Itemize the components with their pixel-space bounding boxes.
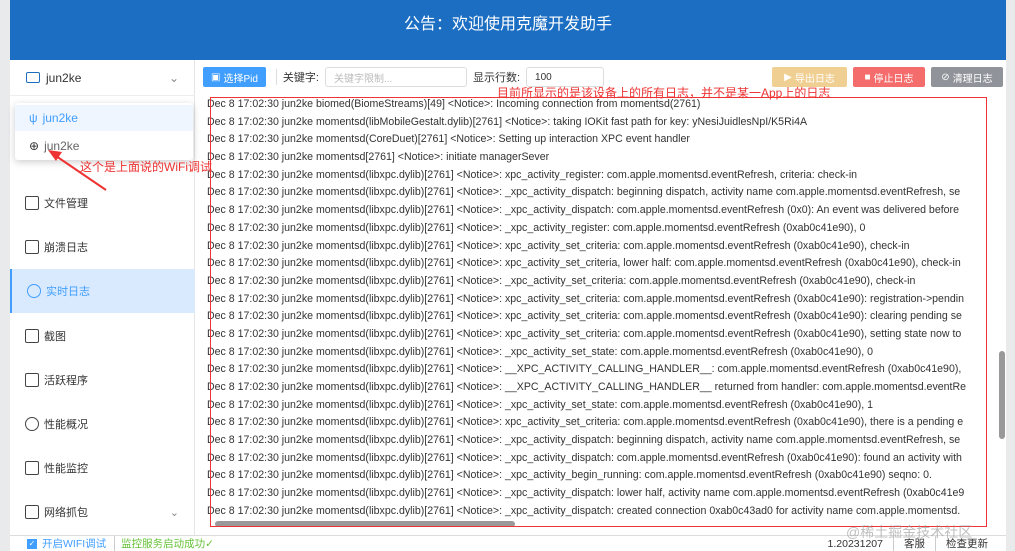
arrow-icon bbox=[48, 150, 107, 191]
